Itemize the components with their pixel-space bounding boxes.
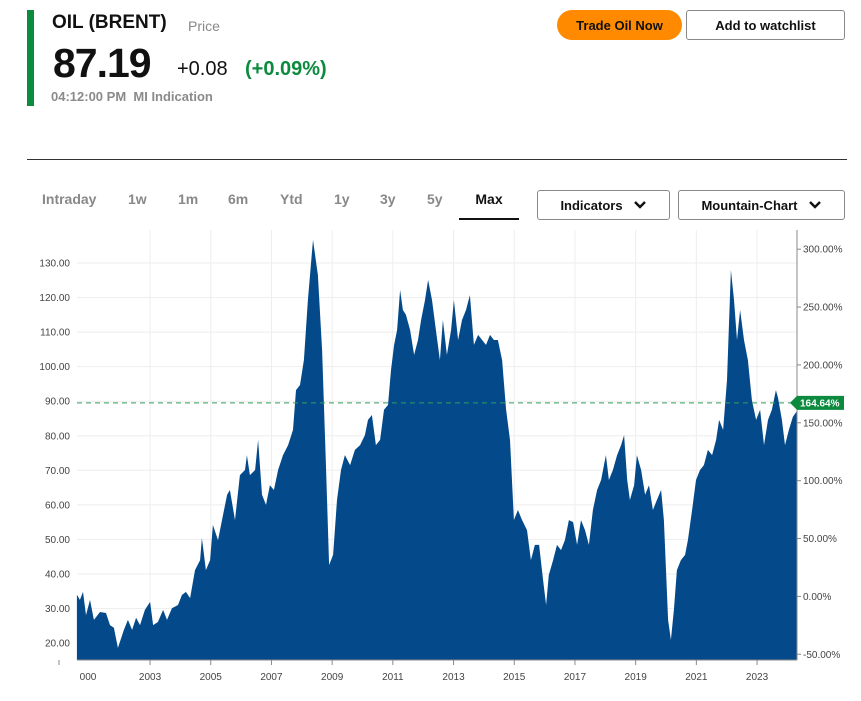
price-type-label: Price	[188, 18, 220, 34]
chart-type-dropdown[interactable]: Mountain-Chart	[678, 190, 845, 220]
instrument-title: OIL (BRENT)	[52, 12, 167, 33]
y-tick-label: 90.00	[45, 397, 70, 408]
x-tick-label: 2021	[685, 672, 708, 683]
y2-tick-label: 150.00%	[803, 418, 843, 429]
tab-intraday[interactable]: Intraday	[42, 190, 96, 220]
y-tick-label: 20.00	[45, 639, 70, 650]
tab-1m[interactable]: 1m	[178, 190, 198, 220]
y2-tick-label: 0.00%	[803, 592, 831, 603]
x-tick-label: 2003	[139, 672, 162, 683]
x-tick-label: 2011	[382, 672, 404, 683]
quote-source: MI Indication	[133, 89, 213, 104]
price-chart[interactable]: 20.00 30.00 40.00 50.00 60.00 70.00 80.00 90.00…	[0, 228, 861, 701]
y2-tick-label: -50.00%	[803, 650, 840, 661]
tab-1y[interactable]: 1y	[334, 190, 350, 220]
tab-ytd[interactable]: Ytd	[280, 190, 303, 220]
chevron-down-icon	[808, 201, 821, 209]
tab-3y[interactable]: 3y	[380, 190, 396, 220]
time-value: 04:12:00 PM	[51, 89, 127, 104]
x-tick-label: 2009	[321, 672, 344, 683]
y-tick-label: 30.00	[45, 604, 70, 615]
x-tick-label: 2017	[564, 672, 587, 683]
x-tick-label: 2019	[625, 672, 648, 683]
trade-oil-button[interactable]: Trade Oil Now	[557, 10, 682, 40]
last-price-label: 164.64%	[800, 398, 840, 409]
y-tick-label: 40.00	[45, 569, 70, 580]
accent-bar	[27, 10, 34, 106]
current-price: 87.19	[53, 40, 152, 86]
x-tick-label: 2015	[503, 672, 526, 683]
tab-1w[interactable]: 1w	[128, 190, 147, 220]
y-tick-label: 130.00	[39, 259, 70, 270]
y-tick-label: 120.00	[39, 293, 70, 304]
y-tick-label: 100.00	[39, 362, 70, 373]
y2-tick-label: 50.00%	[803, 534, 837, 545]
x-tick-label: 2013	[442, 672, 465, 683]
y-tick-label: 60.00	[45, 500, 70, 511]
tab-5y[interactable]: 5y	[427, 190, 443, 220]
x-tick-label: 2023	[746, 672, 769, 683]
y-tick-label: 80.00	[45, 431, 70, 442]
indicators-dropdown[interactable]: Indicators	[537, 190, 670, 220]
x-tick-label: 2005	[200, 672, 223, 683]
y-tick-label: 50.00	[45, 535, 70, 546]
x-tick-label: 2007	[260, 672, 283, 683]
chart-type-label: Mountain-Chart	[701, 197, 798, 213]
y2-tick-label: 300.00%	[803, 245, 843, 256]
divider	[27, 159, 847, 160]
y-tick-label: 110.00	[40, 328, 70, 339]
indicators-label: Indicators	[560, 197, 623, 213]
tab-6m[interactable]: 6m	[228, 190, 248, 220]
price-change: +0.08	[177, 58, 228, 80]
add-to-watchlist-button[interactable]: Add to watchlist	[686, 10, 845, 40]
y-tick-label: 70.00	[45, 466, 70, 477]
x-tick-label: 000	[80, 672, 97, 683]
tab-max[interactable]: Max	[459, 190, 519, 220]
y2-tick-label: 100.00%	[803, 476, 843, 487]
chevron-down-icon	[633, 201, 646, 209]
y2-tick-label: 200.00%	[803, 360, 843, 371]
price-change-percent: (+0.09%)	[245, 58, 327, 80]
quote-time: 04:12:00 PM MI Indication	[51, 89, 213, 104]
y2-tick-label: 250.00%	[803, 303, 843, 314]
